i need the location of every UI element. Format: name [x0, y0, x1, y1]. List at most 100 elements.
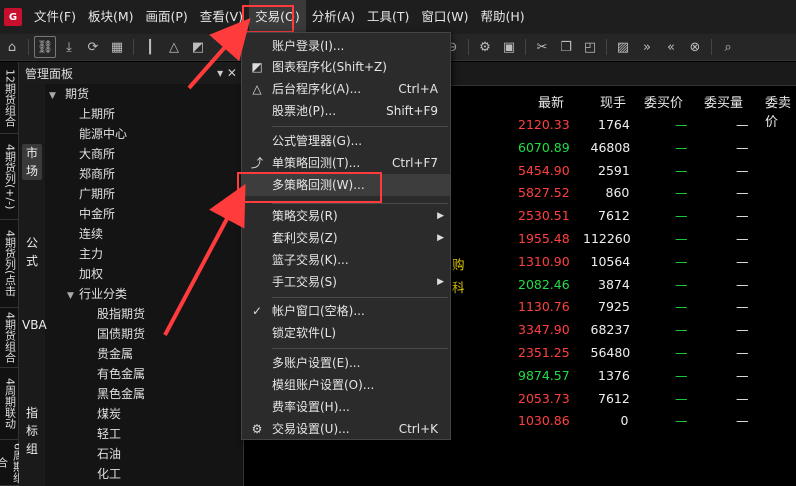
tree-item[interactable]: 连续: [45, 224, 244, 244]
tree-item[interactable]: 郑商所: [45, 164, 244, 184]
save-icon[interactable]: ▣: [498, 36, 520, 58]
col-header-latest[interactable]: 最新: [538, 92, 564, 111]
tree-item[interactable]: 上期所: [45, 104, 244, 124]
trade-menu-item[interactable]: ⤴ 单策略回测(T)... Ctrl+F7: [242, 152, 450, 174]
download-icon[interactable]: ⤓: [58, 36, 80, 58]
trade-menu-item[interactable]: 公式管理器(G)...: [242, 130, 450, 152]
link-icon[interactable]: ⛓: [34, 36, 56, 58]
tree-item[interactable]: 煤炭: [45, 404, 244, 424]
tree-item-label: 股指期货: [97, 307, 146, 321]
col-header-volume[interactable]: 现手: [600, 92, 626, 111]
row-latest-price: 2082.46: [518, 276, 570, 292]
menu-item-label: 交易设置(U)...: [272, 422, 350, 436]
forward-icon[interactable]: »: [636, 36, 658, 58]
row-bid-qty: —: [736, 345, 749, 360]
tree-item[interactable]: 黑色金属: [45, 384, 244, 404]
chevron-down-icon[interactable]: ▼: [67, 286, 79, 306]
tree-item-label: 中金所: [79, 207, 116, 221]
tree-item[interactable]: 股指期货: [45, 304, 244, 324]
copy-icon[interactable]: ❐: [555, 36, 577, 58]
double-left-icon[interactable]: «: [660, 36, 682, 58]
row-bid: —: [675, 276, 688, 292]
vtab-5[interactable]: 6周期组合: [0, 440, 19, 486]
tree-item[interactable]: 能源中心: [45, 124, 244, 144]
trade-menu-item[interactable]: 模组账户设置(O)...: [242, 374, 450, 396]
tree-item[interactable]: 有色金属: [45, 364, 244, 384]
menu-file[interactable]: 文件(F): [28, 0, 82, 34]
tree-item[interactable]: 大商所: [45, 144, 244, 164]
candlestick-icon[interactable]: ┃: [139, 36, 161, 58]
tree-item[interactable]: 轻工: [45, 424, 244, 444]
tree-item[interactable]: 加权: [45, 264, 244, 284]
menu-item-label: 股票池(P)...: [272, 104, 337, 118]
menu-tools[interactable]: 工具(T): [361, 0, 415, 34]
category-formula[interactable]: 公式: [22, 234, 42, 270]
tree-item-label: 加权: [79, 267, 104, 281]
row-volume: 7612: [598, 390, 630, 406]
tree-item[interactable]: 广期所: [45, 184, 244, 204]
backtest-icon: ⤴: [250, 156, 263, 170]
trade-menu-item[interactable]: ⚙ 交易设置(U)... Ctrl+K: [242, 418, 450, 440]
menu-item-label: 单策略回测(T)...: [272, 156, 361, 170]
menu-analysis[interactable]: 分析(A): [306, 0, 361, 34]
trade-menu-item[interactable]: 股票池(P)... Shift+F9: [242, 100, 450, 122]
settings-icon[interactable]: ⚙: [474, 36, 496, 58]
menu-screen[interactable]: 画面(P): [140, 0, 194, 34]
trade-menu-item[interactable]: 套利交易(Z) ▶: [242, 227, 450, 249]
category-indicator-group[interactable]: 指标组: [22, 404, 42, 458]
tree-item[interactable]: 国债期货: [45, 324, 244, 344]
trade-menu-item[interactable]: 策略交易(R) ▶: [242, 205, 450, 227]
row-latest-price: 3347.90: [518, 322, 570, 338]
paste-icon[interactable]: ◰: [579, 36, 601, 58]
trade-menu-item[interactable]: 多账户设置(E)...: [242, 352, 450, 374]
close-circle-icon[interactable]: ⊗: [684, 36, 706, 58]
menu-divider: [272, 348, 448, 349]
col-header-bid-qty[interactable]: 委买量: [704, 92, 743, 111]
trade-menu-item[interactable]: 费率设置(H)...: [242, 396, 450, 418]
tree-item[interactable]: ▼ 行业分类: [45, 284, 244, 304]
menu-view[interactable]: 查看(V): [194, 0, 249, 34]
trade-menu-item[interactable]: △ 后台程序化(A)... Ctrl+A: [242, 78, 450, 100]
home-icon[interactable]: ⌂: [1, 36, 23, 58]
search-icon[interactable]: ⌕: [717, 36, 739, 58]
tree-item-label: 大商所: [79, 147, 116, 161]
bell-icon[interactable]: △: [163, 36, 185, 58]
tree-item[interactable]: 主力: [45, 244, 244, 264]
refresh-icon[interactable]: ⟳: [82, 36, 104, 58]
vtab-4[interactable]: 4周期联动: [0, 368, 19, 440]
menu-item-label: 公式管理器(G)...: [272, 134, 363, 148]
tree-item[interactable]: 中金所: [45, 204, 244, 224]
row-bid-qty: —: [736, 185, 749, 201]
grid-icon[interactable]: ▦: [106, 36, 128, 58]
category-market[interactable]: 市场: [22, 144, 42, 180]
vtab-1[interactable]: 4期货列(+/-): [0, 134, 19, 220]
chevron-down-icon[interactable]: ▼: [49, 86, 61, 106]
trade-menu-item[interactable]: ✓ 帐户窗口(空格)...: [242, 300, 450, 322]
image-icon[interactable]: ▨: [612, 36, 634, 58]
trade-menu-item[interactable]: 篮子交易(K)...: [242, 249, 450, 271]
trade-menu-item[interactable]: 账户登录(I)...: [242, 35, 450, 57]
col-header-bid[interactable]: 委买价: [644, 92, 683, 111]
menu-help[interactable]: 帮助(H): [475, 0, 531, 34]
menu-window[interactable]: 窗口(W): [415, 0, 474, 34]
pin-icon[interactable]: ▾ ✕: [217, 66, 237, 80]
vtab-0[interactable]: 12期货组合: [0, 62, 19, 134]
tree-item[interactable]: 化工: [45, 464, 244, 484]
row-bid-qty: —: [736, 231, 749, 246]
category-vba[interactable]: VBA: [22, 316, 47, 334]
col-header-ask[interactable]: 委卖价: [765, 92, 796, 130]
vtab-3[interactable]: 4期货组合: [0, 308, 19, 368]
cut-icon[interactable]: ✂: [531, 36, 553, 58]
trade-menu-item[interactable]: 手工交易(S) ▶: [242, 271, 450, 293]
trade-menu-item[interactable]: 锁定软件(L): [242, 322, 450, 344]
toolbar-divider: [28, 39, 29, 55]
tree-item[interactable]: ▼ 期货: [45, 84, 244, 104]
tree-item[interactable]: 石油: [45, 444, 244, 464]
chart-icon[interactable]: ◩: [187, 36, 209, 58]
vtab-2[interactable]: 4期货列(点击: [0, 220, 19, 308]
tree-item[interactable]: 贵金属: [45, 344, 244, 364]
row-bid-qty: —: [736, 253, 749, 269]
trade-menu-item[interactable]: ◩ 图表程序化(Shift+Z): [242, 56, 450, 78]
menu-sector[interactable]: 板块(M): [82, 0, 140, 34]
row-bid: —: [675, 162, 688, 178]
